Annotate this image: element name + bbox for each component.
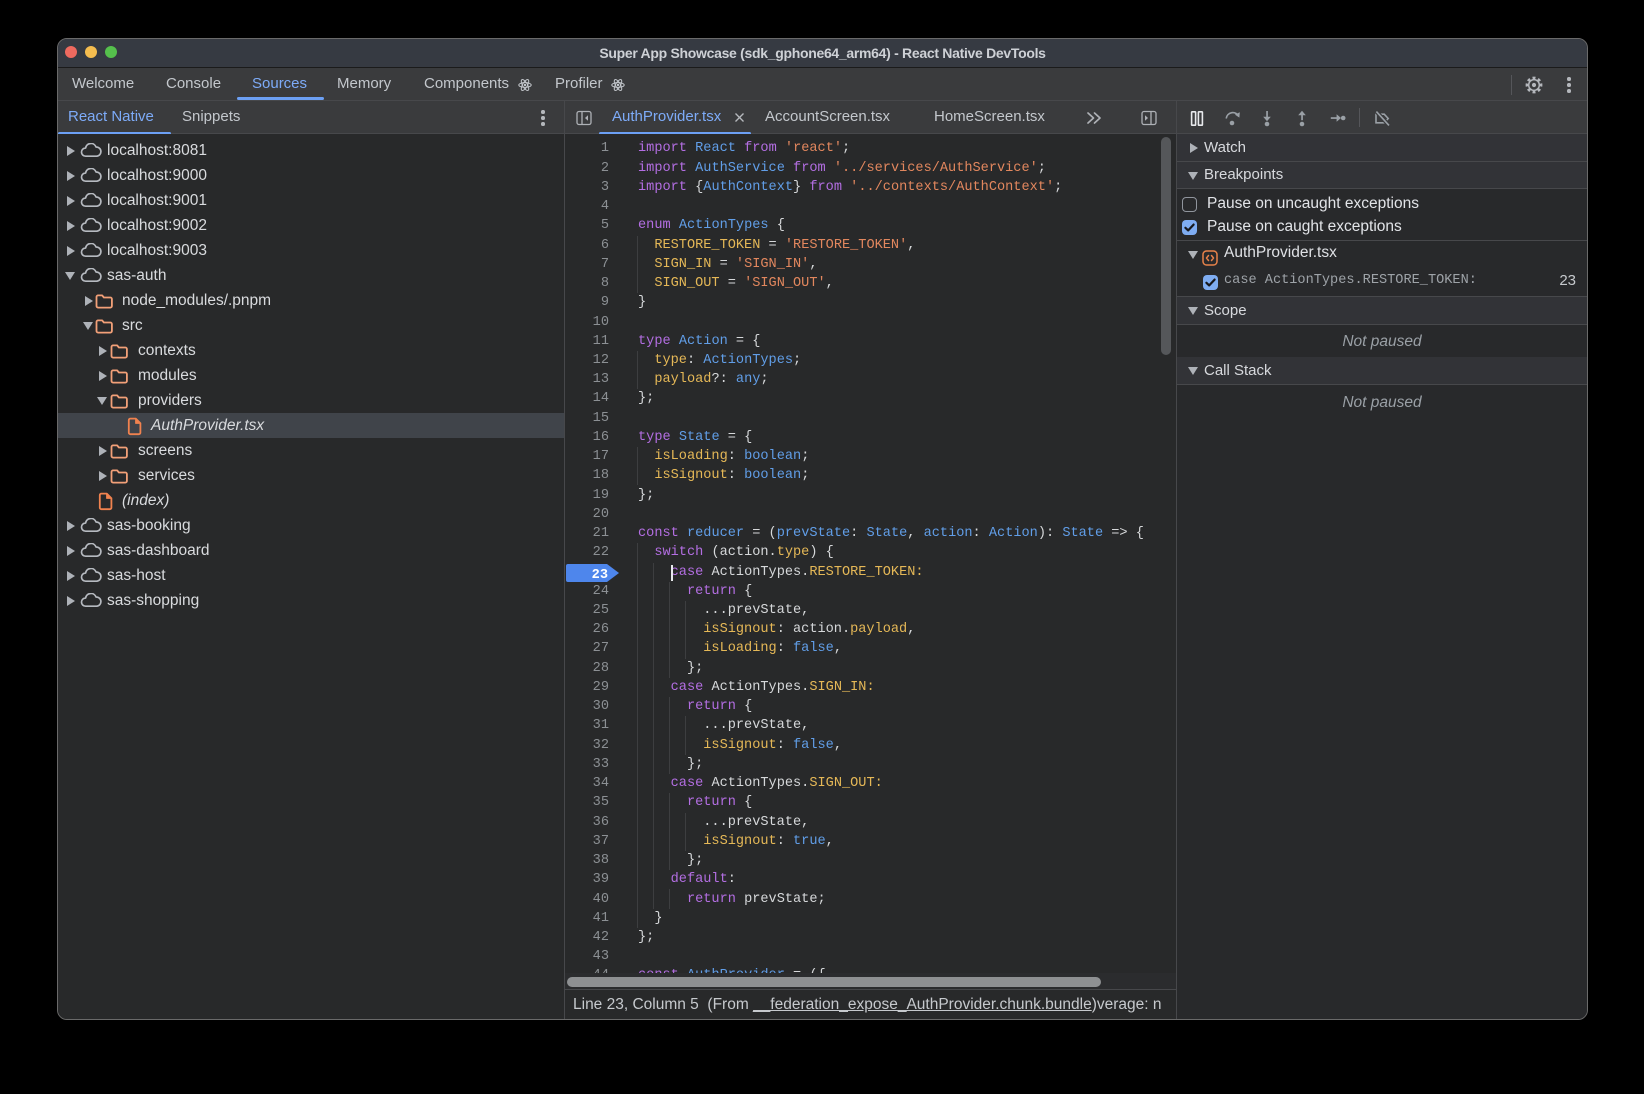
svg-text:23: 23 <box>592 568 608 582</box>
